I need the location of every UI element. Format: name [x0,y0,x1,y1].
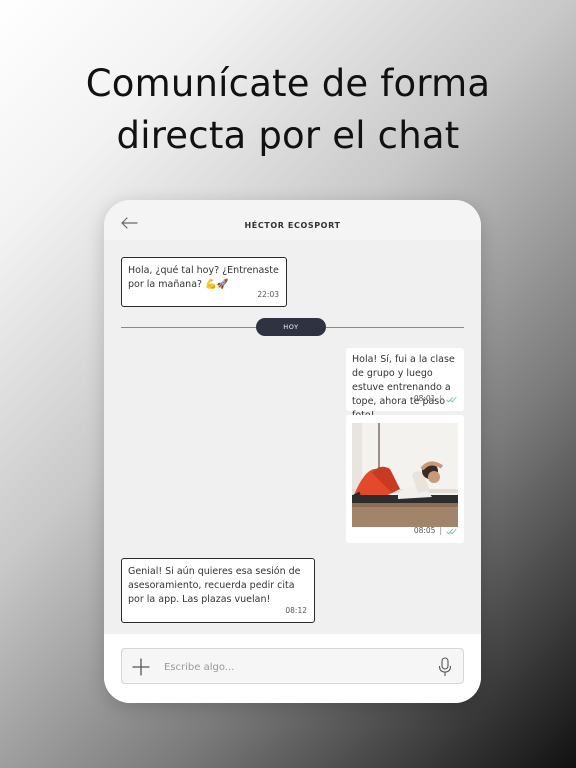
microphone-icon[interactable] [438,657,452,677]
message-meta: 08:05 | [414,524,457,538]
contact-name: HÉCTOR ECOSPORT [244,221,341,230]
chat-header: HÉCTOR ECOSPORT [104,200,481,240]
message-text: Genial! Si aún quieres esa sesión de ase… [128,566,301,605]
phone-screen: HÉCTOR ECOSPORT Hola, ¿qué tal hoy? ¿Ent… [104,200,481,703]
message-time: 08:12 [285,606,307,615]
message-time: 08:01 [413,394,436,403]
message-input[interactable] [164,655,424,679]
headline-line-1: Comunícate de forma [85,62,491,105]
meta-separator: | [439,526,442,535]
day-separator-badge: HOY [256,318,326,336]
message-time: 08:05 [413,526,436,535]
double-check-icon [446,528,457,534]
headline-line-2: directa por el chat [116,114,460,157]
message-incoming: Hola, ¿qué tal hoy? ¿Entrenaste por la m… [121,257,287,307]
double-check-icon [446,396,457,402]
message-outgoing: Hola! Sí, fui a la clase de grupo y lueg… [346,348,464,421]
message-composer [121,648,464,684]
meta-separator: | [439,394,442,403]
plus-icon[interactable] [132,658,150,676]
marketing-headline: Comunícate de forma directa por el chat [0,58,576,162]
message-meta: 08:01 | [414,392,457,406]
workout-photo[interactable] [352,423,458,527]
message-incoming: Genial! Si aún quieres esa sesión de ase… [121,558,315,623]
message-list[interactable]: Hola, ¿qué tal hoy? ¿Entrenaste por la m… [104,240,481,634]
message-time: 22:03 [257,290,279,299]
composer-bar [104,634,481,703]
message-outgoing-image: 08:05 | [346,415,464,543]
workout-situps-photo [352,423,458,527]
message-text: Hola! Sí, fui a la clase de grupo y lueg… [352,354,455,421]
